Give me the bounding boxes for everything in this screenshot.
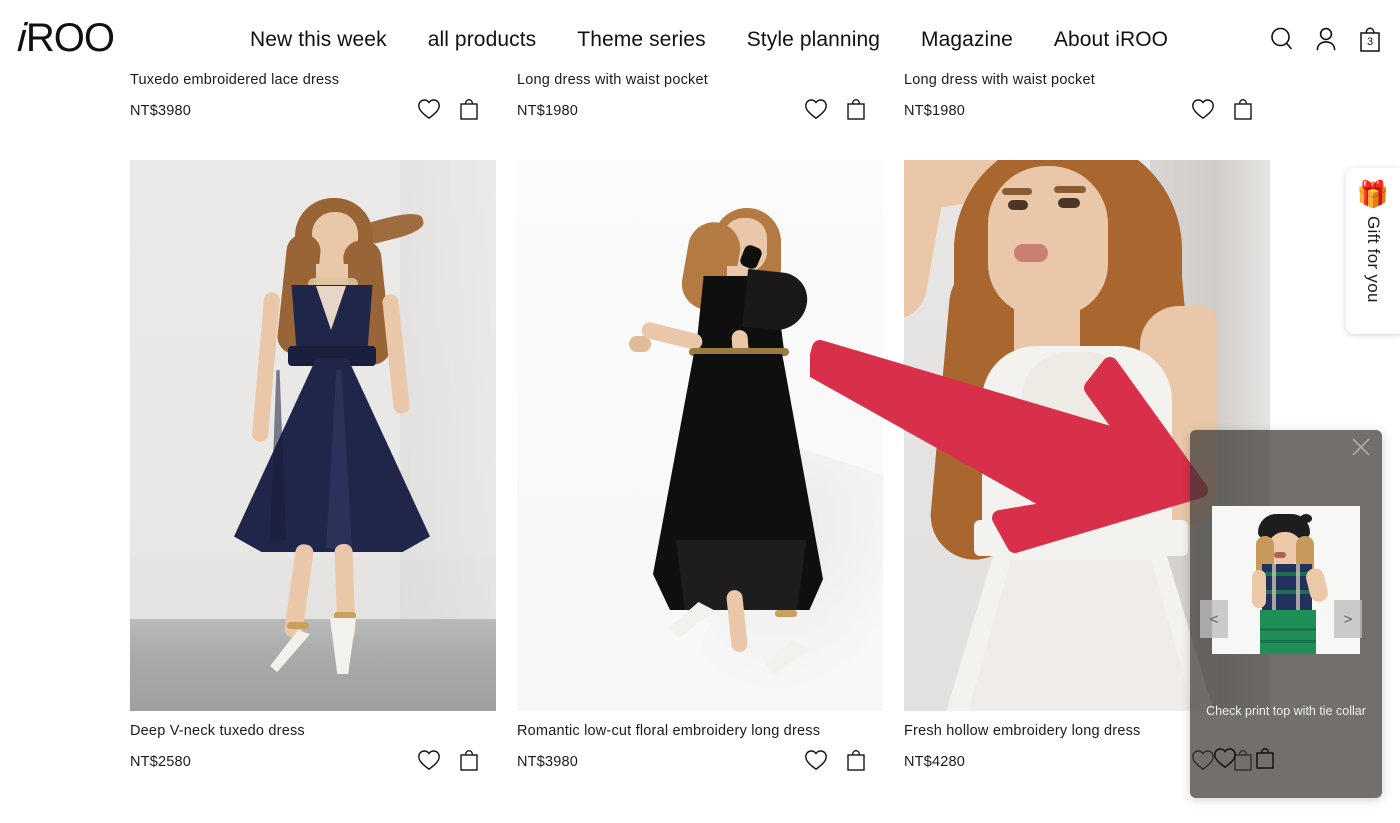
popup-product-caption: Check print top with tie collar	[1206, 704, 1366, 718]
cart-count-badge: 3	[1366, 36, 1374, 48]
product-actions	[416, 748, 484, 774]
product-actions	[803, 97, 871, 123]
product-card[interactable]: Romantic low-cut floral embroidery long …	[517, 723, 883, 778]
bag-icon[interactable]	[845, 97, 871, 123]
heart-icon[interactable]	[803, 97, 829, 123]
product-title: Long dress with waist pocket	[904, 72, 1095, 88]
recommendation-popup[interactable]: < > Check print top with tie collar	[1190, 430, 1382, 798]
main-navigation: New this week all products Theme series …	[250, 28, 1168, 52]
logo-letters-roo: ROO	[25, 16, 115, 60]
product-title: Tuxedo embroidered lace dress	[130, 72, 340, 88]
product-photo-romantic-low-cut-floral-embroidery-long-dress[interactable]	[517, 160, 883, 711]
nav-item-style-planning[interactable]: Style planning	[747, 28, 880, 52]
nav-item-magazine[interactable]: Magazine	[921, 28, 1013, 52]
product-meta: NT$1980	[904, 98, 1270, 127]
nav-item-new-this-week[interactable]: New this week	[250, 28, 387, 52]
product-grid: Tuxedo embroidered lace dress NT$3980 Lo…	[0, 72, 1400, 771]
bag-icon[interactable]	[458, 748, 484, 774]
product-row-top: Tuxedo embroidered lace dress NT$3980 Lo…	[0, 72, 1400, 160]
logo-iroo[interactable]: iROO	[13, 16, 116, 60]
heart-icon[interactable]	[803, 748, 829, 774]
heart-icon[interactable]	[416, 748, 442, 774]
product-meta: NT$3980	[517, 749, 883, 778]
product-card[interactable]: Long dress with waist pocket NT$1980	[904, 72, 1270, 127]
product-title: Deep V-neck tuxedo dress	[130, 723, 305, 739]
product-meta: NT$3980	[130, 98, 496, 127]
product-actions	[803, 748, 871, 774]
product-actions	[416, 97, 484, 123]
bag-icon[interactable]	[845, 748, 871, 774]
product-meta: NT$2580	[130, 749, 496, 778]
close-icon[interactable]	[1348, 434, 1374, 460]
bag-icon[interactable]	[1254, 746, 1280, 772]
product-card[interactable]: Tuxedo embroidered lace dress NT$3980	[130, 72, 496, 127]
product-title: Romantic low-cut floral embroidery long …	[517, 723, 821, 739]
nav-item-about-iroo[interactable]: About iROO	[1054, 28, 1168, 52]
header-icon-group: 3	[1268, 24, 1384, 54]
popup-actions	[1212, 746, 1280, 772]
heart-icon[interactable]	[1212, 746, 1238, 772]
search-icon[interactable]	[1268, 24, 1296, 54]
page-root: iROO New this week all products Theme se…	[0, 0, 1400, 823]
gift-tab-label: Gift for you	[1364, 216, 1383, 303]
product-title: Long dress with waist pocket	[517, 72, 708, 88]
nav-item-all-products[interactable]: all products	[428, 28, 537, 52]
user-icon[interactable]	[1312, 24, 1340, 54]
gift-icon: 🎁	[1356, 179, 1390, 209]
popup-next-button[interactable]: >	[1334, 600, 1362, 638]
heart-icon[interactable]	[1190, 97, 1216, 123]
product-card[interactable]: Long dress with waist pocket NT$1980	[517, 72, 883, 127]
bag-icon[interactable]	[1232, 97, 1258, 123]
nav-item-theme-series[interactable]: Theme series	[577, 28, 705, 52]
gift-for-you-tab[interactable]: 🎁 Gift for you	[1346, 168, 1400, 334]
product-meta: NT$1980	[517, 98, 883, 127]
product-photo-deep-v-neck-tuxedo-dress[interactable]	[130, 160, 496, 711]
popup-prev-button[interactable]: <	[1200, 600, 1228, 638]
bag-icon[interactable]	[458, 97, 484, 123]
product-actions	[1190, 97, 1258, 123]
cart-icon[interactable]: 3	[1356, 24, 1384, 54]
product-card[interactable]: Deep V-neck tuxedo dress NT$2580	[130, 723, 496, 778]
site-header: iROO New this week all products Theme se…	[0, 0, 1400, 72]
heart-icon[interactable]	[416, 97, 442, 123]
